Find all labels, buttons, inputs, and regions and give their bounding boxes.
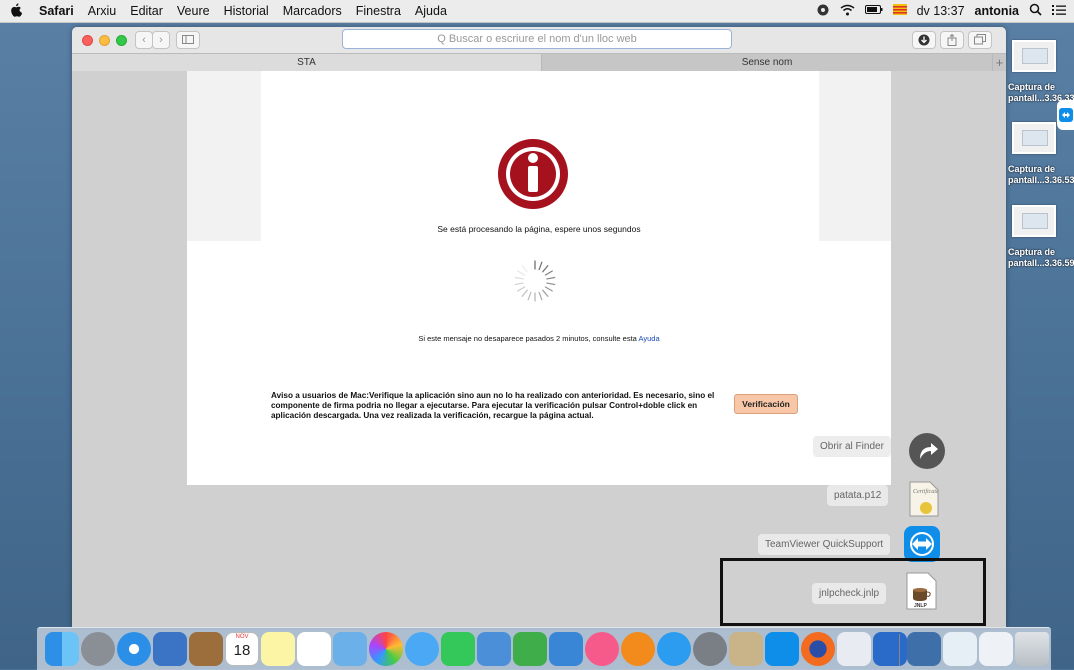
menu-arxiu[interactable]: Arxiu <box>81 4 123 18</box>
desktop-file-1-line1: Captura de <box>1008 82 1056 92</box>
menu-editar[interactable]: Editar <box>123 4 170 18</box>
page-right-column <box>819 71 891 241</box>
download-item-patata[interactable]: patata.p12 <box>827 485 889 506</box>
contacts-icon[interactable] <box>189 632 223 666</box>
back-button[interactable]: ‹ <box>135 31 153 49</box>
downloads-stack-icon[interactable] <box>907 632 941 666</box>
dock: NOV 18 <box>37 627 1051 670</box>
calendar-month: NOV <box>235 634 249 640</box>
safari-icon[interactable] <box>117 632 151 666</box>
desktop-file-label-3: Captura de pantall...3.36.59 <box>1008 247 1074 269</box>
word-icon[interactable] <box>873 632 907 666</box>
show-tabs-button[interactable] <box>968 31 992 49</box>
firefox-icon[interactable] <box>801 632 835 666</box>
menu-clock[interactable]: dv 13:37 <box>917 4 965 18</box>
dock-separator <box>899 634 900 666</box>
reminders-icon[interactable] <box>297 632 331 666</box>
verify-button[interactable]: Verificación <box>734 394 798 414</box>
finder-icon[interactable] <box>45 632 79 666</box>
calendar-icon[interactable]: NOV 18 <box>225 632 259 666</box>
trash-icon[interactable] <box>1015 632 1049 666</box>
teamviewer-tab-icon <box>1059 108 1073 122</box>
sidebar-toggle-button[interactable] <box>176 31 200 49</box>
web-page: Se está procesando la página, espere uno… <box>187 71 891 485</box>
numbers-icon[interactable] <box>513 632 547 666</box>
tab-bar: STA Sense nom + <box>72 53 1006 72</box>
messages-icon[interactable] <box>405 632 439 666</box>
safari-toolbar: ‹ › Q Buscar o escriure el nom d'un lloc… <box>72 27 1006 53</box>
share-icon <box>947 33 957 46</box>
teamviewer-status-icon[interactable] <box>816 4 830 19</box>
zoom-window-button[interactable] <box>116 35 127 46</box>
menu-app-name[interactable]: Safari <box>32 4 81 18</box>
desktop-file-label-2: Captura de pantall...3.36.53 <box>1008 164 1074 186</box>
menu-veure[interactable]: Veure <box>170 4 217 18</box>
close-window-button[interactable] <box>82 35 93 46</box>
spotlight-icon[interactable] <box>1029 3 1042 19</box>
app-store-icon[interactable] <box>657 632 691 666</box>
tab-sta[interactable]: STA <box>72 54 542 72</box>
wifi-icon[interactable] <box>840 4 855 19</box>
download-icon <box>918 34 930 46</box>
desktop-file-screenshot-2[interactable] <box>1012 122 1056 154</box>
new-tab-button[interactable]: + <box>992 54 1006 72</box>
keychain-access-icon[interactable] <box>729 632 763 666</box>
calendar-day: 18 <box>233 642 251 659</box>
info-icon <box>498 139 568 209</box>
menu-ajuda[interactable]: Ajuda <box>408 4 454 18</box>
preview-icon[interactable] <box>333 632 367 666</box>
apple-menu-icon[interactable] <box>0 2 32 20</box>
certificate-file-icon[interactable]: Certificate <box>904 480 942 518</box>
tab-sense-nom[interactable]: Sense nom <box>542 54 992 72</box>
menu-finestra[interactable]: Finestra <box>349 4 408 18</box>
mail-icon[interactable] <box>153 632 187 666</box>
keynote-icon[interactable] <box>549 632 583 666</box>
desktop-file-2-line1: Captura de <box>1008 164 1056 174</box>
open-in-finder-arrow-icon[interactable] <box>908 432 946 470</box>
menu-historial[interactable]: Historial <box>217 4 276 18</box>
download-item-teamviewer[interactable]: TeamViewer QuickSupport <box>758 534 891 555</box>
processing-message: Se está procesando la página, espere uno… <box>437 224 641 234</box>
minimize-window-button[interactable] <box>99 35 110 46</box>
help-message-text: Si este mensaje no desaparece pasados 2 … <box>418 334 639 343</box>
loading-spinner-icon <box>514 260 556 302</box>
svg-text:Certificate: Certificate <box>913 488 939 495</box>
input-flag-icon[interactable] <box>892 4 907 18</box>
desktop-file-2-line2: pantall...3.36.53 <box>1008 175 1074 185</box>
menu-bar: Safari Arxiu Editar Veure Historial Marc… <box>0 0 1074 23</box>
notification-center-icon[interactable] <box>1052 4 1066 19</box>
menu-user[interactable]: antonia <box>975 4 1019 18</box>
itunes-icon[interactable] <box>585 632 619 666</box>
help-link[interactable]: Ayuda <box>639 334 660 343</box>
pages-icon[interactable] <box>477 632 511 666</box>
desktop-file-3-line1: Captura de <box>1008 247 1056 257</box>
help-message: Si este mensaje no desaparece pasados 2 … <box>187 334 891 343</box>
mac-notice: Aviso a usuarios de Mac:Verifique la apl… <box>271 391 715 420</box>
desktop-file-3-line2: pantall...3.36.59 <box>1008 258 1074 268</box>
menu-marcadors[interactable]: Marcadors <box>276 4 349 18</box>
desktop-stack-icon[interactable] <box>979 632 1013 666</box>
sidebar-icon <box>182 35 194 44</box>
address-bar[interactable]: Q Buscar o escriure el nom d'un lloc web <box>342 29 732 49</box>
java-icon[interactable] <box>837 632 871 666</box>
teamviewer-dock-icon[interactable] <box>765 632 799 666</box>
ibooks-icon[interactable] <box>621 632 655 666</box>
downloads-button[interactable] <box>912 31 936 49</box>
facetime-icon[interactable] <box>441 632 475 666</box>
tabs-icon <box>974 34 986 45</box>
launchpad-icon[interactable] <box>81 632 115 666</box>
battery-icon[interactable] <box>864 4 883 18</box>
photos-icon[interactable] <box>369 632 403 666</box>
desktop-file-screenshot-3[interactable] <box>1012 205 1056 237</box>
page-left-column <box>187 71 261 241</box>
system-preferences-icon[interactable] <box>693 632 727 666</box>
documents-stack-icon[interactable] <box>943 632 977 666</box>
forward-button[interactable]: › <box>152 31 170 49</box>
open-in-finder-label[interactable]: Obrir al Finder <box>813 436 891 457</box>
teamviewer-side-tab[interactable] <box>1057 100 1074 130</box>
desktop-file-screenshot-1[interactable] <box>1012 40 1056 72</box>
share-button[interactable] <box>940 31 964 49</box>
notes-icon[interactable] <box>261 632 295 666</box>
highlight-box <box>720 558 986 626</box>
